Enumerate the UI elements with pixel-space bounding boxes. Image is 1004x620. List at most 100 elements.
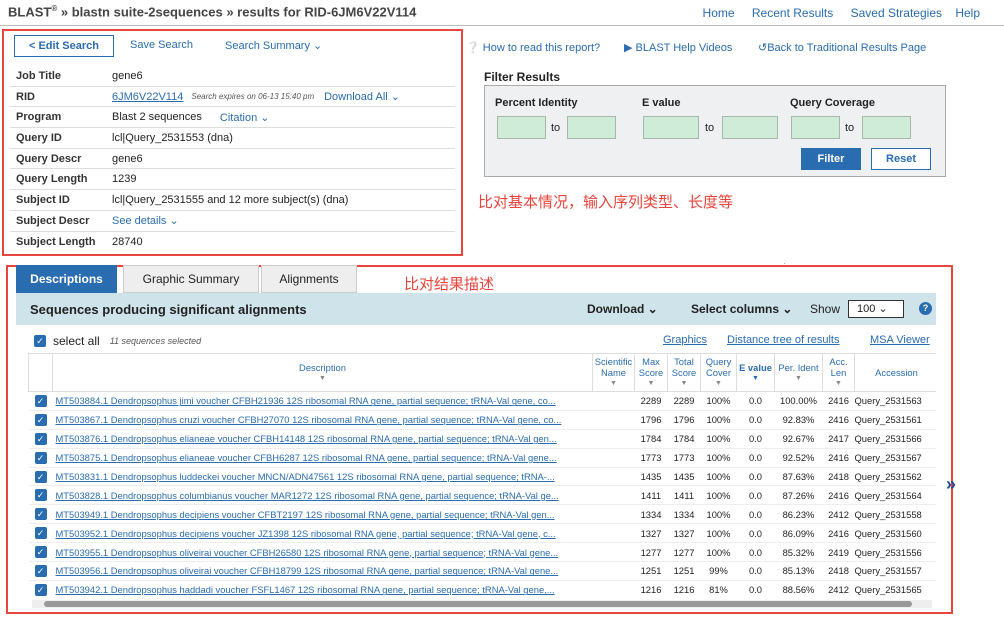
- filter-button[interactable]: Filter: [801, 148, 861, 170]
- nav-home[interactable]: Home: [703, 6, 735, 20]
- col-evalue[interactable]: E value ▼: [736, 353, 775, 392]
- row-checkbox[interactable]: ✓: [28, 485, 53, 506]
- table-row[interactable]: ✓ MT503942.1 Dendropsophus haddadi vouche…: [28, 580, 936, 599]
- show-count-select[interactable]: 100 ⌄: [848, 300, 904, 318]
- row-checkbox[interactable]: ✓: [28, 504, 53, 525]
- row-checkbox[interactable]: ✓: [28, 580, 53, 599]
- checkbox-icon[interactable]: ✓: [34, 413, 47, 426]
- table-row[interactable]: ✓ MT503949.1 Dendropsophus decipiens vouc…: [28, 504, 936, 525]
- traditional-results-link[interactable]: ↺Back to Traditional Results Page: [758, 41, 926, 54]
- select-columns-menu[interactable]: Select columns ⌄: [691, 302, 792, 316]
- double-chevron-right-icon[interactable]: »: [946, 474, 956, 495]
- col-accession[interactable]: Accession: [854, 353, 936, 392]
- nav-saved-strategies[interactable]: Saved Strategies: [851, 6, 942, 20]
- description-link[interactable]: MT503955.1 Dendropsophus oliveirai vouch…: [52, 542, 593, 563]
- see-details-link[interactable]: See details ⌄: [112, 214, 179, 227]
- table-row[interactable]: ✓ MT503956.1 Dendropsophus oliveirai vouc…: [28, 561, 936, 581]
- max-score: 2289: [634, 391, 668, 411]
- checkbox-icon[interactable]: ✓: [34, 451, 47, 464]
- percent-identity-min-input[interactable]: [497, 116, 546, 139]
- table-row[interactable]: ✓ MT503867.1 Dendropsophus cruzi voucher …: [28, 410, 936, 430]
- description-link[interactable]: MT503828.1 Dendropsophus columbianus vou…: [52, 485, 593, 506]
- col-acc-len[interactable]: Acc. Len ▼: [822, 353, 855, 392]
- checkbox-icon[interactable]: ✓: [34, 432, 47, 445]
- row-checkbox[interactable]: ✓: [28, 523, 53, 544]
- description-link[interactable]: MT503884.1 Dendropsophus jimi voucher CF…: [52, 391, 593, 411]
- table-row[interactable]: ✓ MT503884.1 Dendropsophus jimi voucher C…: [28, 391, 936, 411]
- description-link[interactable]: MT503831.1 Dendropsophus luddeckei vouch…: [52, 467, 593, 487]
- row-checkbox[interactable]: ✓: [28, 467, 53, 487]
- row-checkbox[interactable]: ✓: [28, 448, 53, 468]
- accession: Query_2531558: [854, 504, 936, 525]
- scrollbar-thumb[interactable]: [44, 601, 912, 607]
- query-coverage-min-input[interactable]: [791, 116, 840, 139]
- citation-link[interactable]: Citation ⌄: [220, 111, 270, 124]
- distance-tree-link[interactable]: Distance tree of results: [727, 334, 840, 346]
- nav-recent-results[interactable]: Recent Results: [752, 6, 833, 20]
- table-row[interactable]: ✓ MT503876.1 Dendropsophus elianeae vouch…: [28, 429, 936, 449]
- checkbox-icon[interactable]: ✓: [34, 394, 47, 407]
- description-link[interactable]: MT503952.1 Dendropsophus decipiens vouch…: [52, 523, 593, 544]
- checkbox-icon[interactable]: ✓: [34, 564, 47, 577]
- description-link[interactable]: MT503875.1 Dendropsophus elianeae vouche…: [52, 448, 593, 468]
- checkbox-icon[interactable]: ✓: [34, 508, 47, 521]
- reset-button[interactable]: Reset: [871, 148, 931, 170]
- download-all-link[interactable]: Download All ⌄: [324, 90, 400, 103]
- row-checkbox[interactable]: ✓: [28, 542, 53, 563]
- graphics-link[interactable]: Graphics: [663, 334, 707, 346]
- row-checkbox[interactable]: ✓: [28, 391, 53, 411]
- download-menu[interactable]: Download ⌄: [587, 302, 658, 316]
- col-total-score[interactable]: Total Score ▼: [667, 353, 701, 392]
- horizontal-scrollbar[interactable]: [32, 600, 932, 608]
- percent-identity-max-input[interactable]: [567, 116, 616, 139]
- select-all[interactable]: ✓ select all 11 sequences selected: [34, 334, 201, 348]
- help-icon[interactable]: ?: [919, 302, 932, 315]
- edit-search-button[interactable]: < Edit Search: [14, 35, 114, 57]
- col-scientific-name[interactable]: Scientific Name ▼: [592, 353, 635, 392]
- search-summary-link[interactable]: Search Summary ⌄: [225, 39, 322, 52]
- description-link[interactable]: MT503876.1 Dendropsophus elianeae vouche…: [52, 429, 593, 449]
- row-checkbox[interactable]: ✓: [28, 429, 53, 449]
- row-checkbox[interactable]: ✓: [28, 561, 53, 581]
- max-score: 1411: [634, 485, 668, 506]
- table-row[interactable]: ✓ MT503955.1 Dendropsophus oliveirai vouc…: [28, 542, 936, 563]
- question-icon: ❔: [466, 42, 480, 54]
- table-row[interactable]: ✓ MT503875.1 Dendropsophus elianeae vouch…: [28, 448, 936, 468]
- checkbox-icon[interactable]: ✓: [34, 583, 47, 596]
- description-link[interactable]: MT503956.1 Dendropsophus oliveirai vouch…: [52, 561, 593, 581]
- col-query-cover[interactable]: Query Cover ▼: [700, 353, 737, 392]
- sort-icon: ▼: [715, 380, 722, 387]
- tab-alignments[interactable]: Alignments: [261, 265, 357, 293]
- checkbox-icon[interactable]: ✓: [34, 335, 46, 347]
- col-description[interactable]: Description ▼: [52, 353, 593, 392]
- checkbox-icon[interactable]: ✓: [34, 489, 47, 502]
- col-per-ident[interactable]: Per. Ident ▼: [774, 353, 823, 392]
- to-label: to: [845, 122, 855, 134]
- table-row[interactable]: ✓ MT503828.1 Dendropsophus columbianus vo…: [28, 485, 936, 506]
- checkbox-icon[interactable]: ✓: [34, 527, 47, 540]
- sort-icon: ▼: [680, 380, 688, 387]
- col-max-score[interactable]: Max Score ▼: [634, 353, 668, 392]
- msa-viewer-link[interactable]: MSA Viewer: [870, 334, 930, 346]
- description-link[interactable]: MT503867.1 Dendropsophus cruzi voucher C…: [52, 410, 593, 430]
- evalue-min-input[interactable]: [643, 116, 699, 139]
- description-link[interactable]: MT503942.1 Dendropsophus haddadi voucher…: [52, 580, 593, 599]
- acc-len: 2416: [822, 391, 855, 411]
- query-coverage-max-input[interactable]: [862, 116, 911, 139]
- checkbox-icon[interactable]: ✓: [34, 470, 47, 483]
- tab-graphic-summary[interactable]: Graphic Summary: [123, 265, 259, 293]
- evalue-max-input[interactable]: [722, 116, 778, 139]
- table-row[interactable]: ✓ MT503831.1 Dendropsophus luddeckei vouc…: [28, 467, 936, 487]
- per-ident: 88.56%: [774, 580, 823, 599]
- how-to-read-link[interactable]: ❔ How to read this report?: [466, 41, 600, 54]
- tab-descriptions[interactable]: Descriptions: [16, 265, 117, 293]
- rid-link[interactable]: 6JM6V22V114: [112, 91, 183, 103]
- table-row[interactable]: ✓ MT503952.1 Dendropsophus decipiens vouc…: [28, 523, 936, 544]
- help-videos-link[interactable]: ▶ BLAST Help Videos: [624, 41, 732, 54]
- checkbox-icon[interactable]: ✓: [34, 546, 47, 559]
- nav-help[interactable]: Help: [955, 6, 980, 20]
- job-value: Blast 2 sequences Citation ⌄: [112, 111, 270, 124]
- row-checkbox[interactable]: ✓: [28, 410, 53, 430]
- save-search-link[interactable]: Save Search: [130, 39, 193, 51]
- description-link[interactable]: MT503949.1 Dendropsophus decipiens vouch…: [52, 504, 593, 525]
